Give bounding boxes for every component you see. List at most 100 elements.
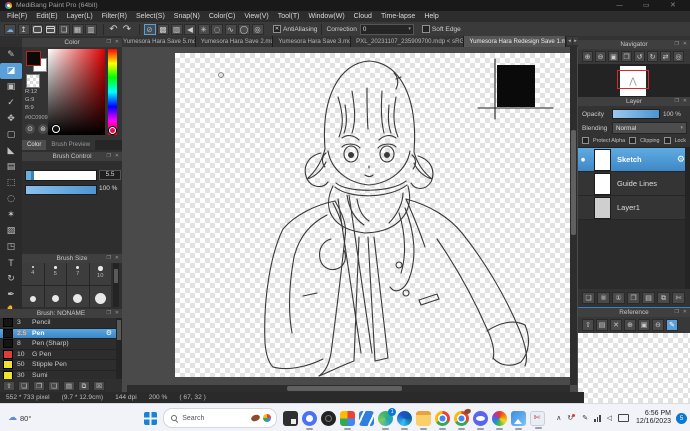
canvas-vscrollbar[interactable] — [570, 47, 577, 385]
brushtip-curve-icon[interactable]: ∿ — [224, 23, 237, 35]
brush-size-slider-handle[interactable] — [31, 171, 34, 180]
select-rect-tool[interactable]: ⬚ — [0, 175, 22, 191]
close-panel-icon[interactable]: ✕ — [683, 41, 687, 48]
tab-save2[interactable]: Yumesora Hara Save 2.mdp — [195, 36, 274, 47]
brushtip-dotted-icon[interactable]: ◌ — [211, 23, 223, 35]
chrome-football-app[interactable] — [454, 407, 472, 430]
actual-size-icon[interactable]: ❐ — [621, 51, 632, 62]
fit-view-icon[interactable]: ▣ — [608, 51, 619, 62]
close-panel-icon[interactable]: ✕ — [115, 255, 119, 262]
tab-save3[interactable]: Yumesora Hara Save 3.mdp — [273, 36, 352, 47]
layer-settings-gear-icon[interactable]: ⚙ — [677, 155, 685, 165]
rotate-left-icon[interactable]: ↺ — [634, 51, 645, 62]
menu-filter[interactable]: Filter(R) — [102, 13, 127, 20]
tray-chevron-icon[interactable]: ∧ — [556, 414, 561, 422]
tab-redesign-active[interactable]: Yumesora Hara Redesign Save 1.mdp — [464, 36, 566, 47]
zoom-in-icon[interactable]: ⊕ — [582, 51, 593, 62]
new-8bit-layer-icon[interactable]: ⑧ — [597, 292, 610, 304]
merge-layer-icon[interactable]: ⧉ — [657, 292, 670, 304]
image-app[interactable] — [283, 410, 299, 426]
clock-widget[interactable]: 6:56 PM 12/16/2023 — [636, 410, 671, 427]
navigator-viewport-rect[interactable] — [617, 70, 649, 89]
new-1bit-layer-icon[interactable]: ① — [612, 292, 625, 304]
close-panel-icon[interactable]: ✕ — [115, 310, 119, 317]
reference-zoom-out-icon[interactable]: ⊖ — [652, 319, 664, 331]
protect-alpha-checkbox[interactable] — [582, 137, 589, 144]
close-panel-icon[interactable]: ✕ — [115, 39, 119, 46]
brush-copy-icon[interactable]: ⧉ — [78, 381, 90, 391]
color-set-icon[interactable]: ⊛ — [38, 124, 48, 134]
tab-save5[interactable]: Yumesora Hara Save 5.mdp — [118, 36, 196, 47]
text-tool[interactable]: T — [0, 255, 22, 271]
menu-color[interactable]: Color(C) — [209, 13, 235, 20]
brush-item-pen-selected[interactable]: 2.5 Pen ⚙ — [0, 328, 116, 339]
crop-tool[interactable]: ◳ — [0, 239, 22, 255]
pen2-tool[interactable]: ✒ — [0, 287, 22, 303]
volume-icon[interactable]: ◁ — [607, 414, 612, 422]
brushtip-circle-icon[interactable]: ⊘ — [143, 23, 156, 35]
cloud-icon[interactable]: ☁ — [4, 23, 16, 35]
maximize-button[interactable]: ▭ — [643, 1, 650, 9]
reference-import-icon[interactable]: ⇧ — [582, 319, 594, 331]
search-box[interactable]: Search — [163, 408, 278, 428]
brush-item-pencil[interactable]: 3 Pencil — [0, 318, 116, 329]
brush-duplicate-icon[interactable]: ❐ — [33, 381, 45, 391]
layer-row-layer1[interactable]: Layer1 — [578, 196, 690, 220]
brushtip-hatch-icon[interactable]: ▨ — [170, 23, 183, 35]
publish-icon[interactable]: ↥ — [17, 23, 30, 35]
brush-item-pen-sharp[interactable]: 8 Pen (Sharp) — [0, 339, 116, 350]
brushtip-spiral-icon[interactable]: ◎ — [251, 23, 264, 35]
reference-fit-icon[interactable]: ▣ — [638, 319, 650, 331]
brush-item-sumi[interactable]: 30 Sumi — [0, 370, 116, 379]
brush-size-value[interactable]: 5.5 — [99, 170, 121, 180]
brush-script-icon[interactable]: ❑ — [48, 381, 60, 391]
brush-size-cell[interactable] — [22, 286, 44, 307]
close-panel-icon[interactable]: ✕ — [683, 309, 687, 316]
saturation-value-picker[interactable] — [48, 49, 105, 135]
magic-wand-tool[interactable]: ✶ — [0, 207, 22, 223]
dark-circle-app[interactable] — [321, 410, 337, 426]
reset-view-icon[interactable]: ◎ — [673, 51, 684, 62]
photos-app[interactable]: 1 — [378, 407, 397, 430]
lasso-tool[interactable]: ◌ — [0, 191, 22, 207]
move-tool[interactable]: ✥ — [0, 111, 22, 127]
edge-app[interactable] — [397, 410, 413, 430]
close-panel-icon[interactable]: ✕ — [115, 153, 119, 160]
brushtip-square-icon[interactable]: ▩ — [157, 23, 169, 35]
brush-size-cell[interactable] — [89, 286, 111, 307]
menu-tool[interactable]: Tool(T) — [278, 13, 300, 20]
soft-edge-checkbox[interactable] — [421, 25, 430, 33]
layer-visibility-icon[interactable]: ● — [578, 157, 588, 163]
weather-widget[interactable]: ☁ 80° — [8, 413, 144, 423]
brush-size-scrollbar[interactable] — [113, 263, 119, 307]
brush-item-gpen[interactable]: 10 G Pen — [0, 349, 116, 360]
file-explorer-app[interactable] — [416, 410, 432, 430]
select-pen-tool[interactable]: ✓ — [0, 95, 22, 111]
menu-view[interactable]: View(V) — [244, 13, 268, 20]
duplicate-layer-icon[interactable]: ❐ — [627, 292, 640, 304]
reference-clear-icon[interactable]: ✕ — [610, 319, 622, 331]
layer-row-guidelines[interactable]: Guide Lines — [578, 172, 690, 196]
lock-checkbox[interactable] — [663, 137, 671, 144]
chrome-app[interactable] — [435, 410, 451, 430]
reference-pick-icon[interactable]: ✎ — [666, 319, 678, 331]
document-grid-icon[interactable]: ▦ — [71, 23, 84, 35]
flip-view-icon[interactable]: ⇄ — [660, 51, 671, 62]
reference-zoom-in-icon[interactable]: ⊕ — [624, 319, 636, 331]
float-panel-icon[interactable]: ❐ — [107, 310, 111, 317]
minimize-button[interactable]: — — [616, 1, 623, 9]
paint-app[interactable] — [492, 410, 508, 430]
layer-folder-icon[interactable]: ▤ — [642, 292, 655, 304]
float-panel-icon[interactable]: ❐ — [675, 41, 679, 48]
tray-pen-icon[interactable]: ✎ — [582, 414, 588, 422]
float-panel-icon[interactable]: ❐ — [675, 309, 679, 316]
brush-size-cell[interactable]: 10 — [89, 263, 111, 285]
brushtip-polygon-icon[interactable]: ◯ — [238, 23, 250, 35]
redo-icon[interactable]: ↷ — [121, 24, 133, 35]
antialiasing-checkbox[interactable]: ✕ — [273, 25, 281, 33]
start-button[interactable] — [144, 411, 158, 425]
transform-tool[interactable]: ▨ — [0, 223, 22, 239]
document-icon[interactable]: ❏ — [58, 23, 70, 35]
medibang-tile-app[interactable] — [359, 410, 375, 426]
store-app[interactable] — [340, 410, 356, 430]
